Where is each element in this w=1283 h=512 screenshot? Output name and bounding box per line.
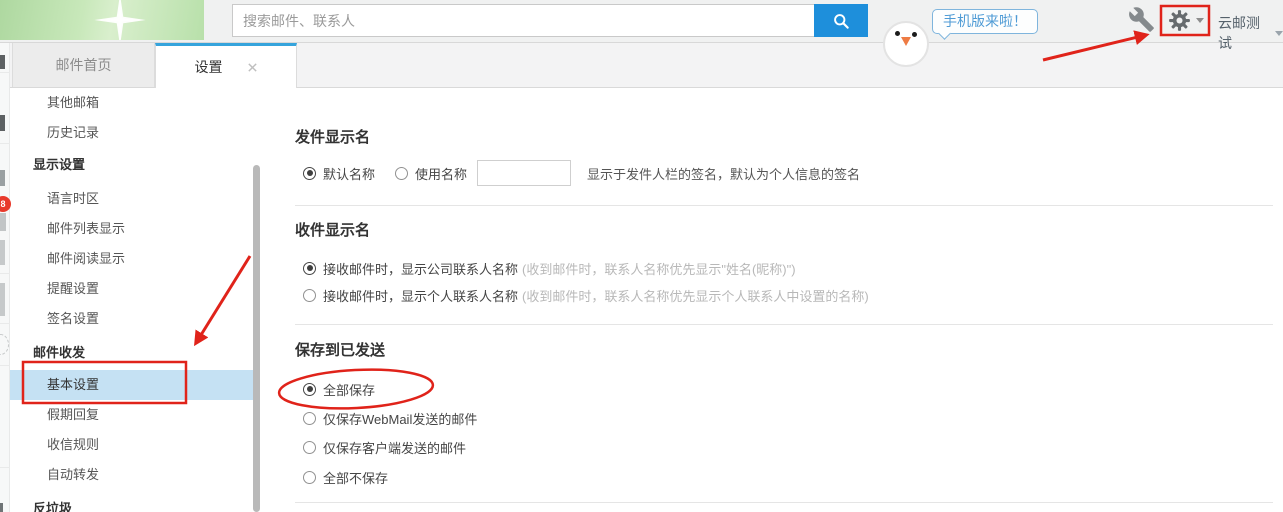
top-bar: 手机版来啦！ 云邮测试 bbox=[0, 0, 1283, 43]
radio-save-webmail-only[interactable] bbox=[303, 412, 316, 425]
sender-name-hint: 显示于发件人栏的签名，默认为个人信息的签名 bbox=[587, 164, 860, 183]
radio-label: 仅保存WebMail发送的邮件 bbox=[323, 409, 477, 428]
radio-label: 仅保存客户端发送的邮件 bbox=[323, 438, 466, 457]
chevron-down-icon bbox=[1196, 18, 1204, 23]
clipped-icon bbox=[0, 55, 5, 69]
sidebar-item-language-timezone[interactable]: 语言时区 bbox=[10, 184, 253, 214]
brand-logo bbox=[0, 0, 204, 40]
sidebar-item-basic-settings[interactable]: 基本设置 bbox=[10, 370, 253, 400]
radio-save-all[interactable] bbox=[303, 383, 316, 396]
radio-company-contact-name[interactable] bbox=[303, 262, 316, 275]
sidebar-item-auto-forward[interactable]: 自动转发 bbox=[10, 460, 253, 490]
sidebar-item-receive-rules[interactable]: 收信规则 bbox=[10, 430, 253, 460]
settings-gear-button[interactable] bbox=[1167, 8, 1204, 33]
account-menu[interactable]: 云邮测试 bbox=[1218, 13, 1283, 53]
search-input[interactable] bbox=[232, 4, 815, 37]
gear-icon bbox=[1167, 8, 1192, 33]
sparkle-icon bbox=[92, 0, 148, 40]
radio-note: (收到邮件时，联系人名称优先显示"姓名(昵称)") bbox=[522, 259, 796, 278]
unread-count-badge: 8 bbox=[0, 196, 11, 212]
sidebar-item-signature-settings[interactable]: 签名设置 bbox=[10, 304, 253, 334]
radio-save-none[interactable] bbox=[303, 471, 316, 484]
clipped-icon bbox=[0, 240, 5, 265]
radio-label: 使用名称 bbox=[415, 164, 467, 183]
tab-mail-home[interactable]: 邮件首页 bbox=[12, 43, 155, 87]
section-divider bbox=[295, 502, 1273, 503]
tab-close-icon[interactable] bbox=[247, 62, 258, 73]
radio-personal-contact-name[interactable] bbox=[303, 289, 316, 302]
radio-label: 接收邮件时，显示公司联系人名称 bbox=[323, 259, 518, 278]
sidebar-item-mail-read-display[interactable]: 邮件阅读显示 bbox=[10, 244, 253, 274]
chevron-down-icon bbox=[1275, 31, 1283, 36]
mascot-avatar bbox=[883, 21, 929, 67]
tab-label: 邮件首页 bbox=[56, 55, 112, 75]
custom-name-input[interactable] bbox=[477, 160, 571, 186]
search-button[interactable] bbox=[814, 4, 868, 37]
mobile-version-bubble[interactable]: 手机版来啦！ bbox=[932, 9, 1038, 34]
sidebar-item-other-mailbox[interactable]: 其他邮箱 bbox=[10, 88, 253, 118]
radio-label: 默认名称 bbox=[323, 164, 375, 183]
tab-strip: 邮件首页 设置 bbox=[10, 43, 1283, 88]
sidebar-scrollbar[interactable] bbox=[253, 165, 260, 512]
radio-note: (收到邮件时，联系人名称优先显示个人联系人中设置的名称) bbox=[522, 286, 869, 305]
clipped-icon bbox=[0, 115, 5, 131]
section-divider bbox=[295, 205, 1273, 206]
clipped-icon bbox=[0, 170, 5, 186]
section-title-sender-display-name: 发件显示名 bbox=[295, 126, 370, 147]
sidebar-item-mail-list-display[interactable]: 邮件列表显示 bbox=[10, 214, 253, 244]
folder-pane-clipped: 8 bbox=[0, 43, 10, 512]
mascot-eye bbox=[895, 31, 900, 36]
sidebar-header-display-settings: 显示设置 bbox=[10, 150, 253, 180]
radio-label: 全部不保存 bbox=[323, 468, 388, 487]
clipped-avatar-placeholder bbox=[0, 334, 9, 355]
wrench-icon[interactable] bbox=[1128, 6, 1155, 33]
clipped-icon bbox=[0, 213, 6, 231]
sidebar-header-anti-spam: 反垃圾 bbox=[10, 494, 253, 512]
radio-default-name[interactable] bbox=[303, 167, 316, 180]
section-title-save-to-sent: 保存到已发送 bbox=[295, 339, 385, 360]
section-divider bbox=[295, 324, 1273, 325]
sidebar-header-mail-send-receive: 邮件收发 bbox=[10, 338, 253, 368]
tab-label: 设置 bbox=[195, 57, 223, 77]
clipped-icon bbox=[0, 503, 3, 512]
sidebar-item-reminder-settings[interactable]: 提醒设置 bbox=[10, 274, 253, 304]
sidebar-item-vacation-reply[interactable]: 假期回复 bbox=[10, 400, 253, 430]
radio-use-name[interactable] bbox=[395, 167, 408, 180]
clipped-icon bbox=[0, 283, 5, 316]
search-icon bbox=[831, 11, 851, 31]
radio-label: 全部保存 bbox=[323, 380, 375, 399]
radio-save-client-only[interactable] bbox=[303, 441, 316, 454]
radio-label: 接收邮件时，显示个人联系人名称 bbox=[323, 286, 518, 305]
sidebar-item-history[interactable]: 历史记录 bbox=[10, 118, 253, 148]
account-name: 云邮测试 bbox=[1218, 13, 1269, 53]
settings-content: 发件显示名 默认名称 使用名称 显示于发件人栏的签名，默认为个人信息的签名 收件… bbox=[262, 88, 1283, 512]
mascot-beak bbox=[901, 37, 911, 46]
settings-sidebar: 其他邮箱 历史记录 显示设置 语言时区 邮件列表显示 邮件阅读显示 提醒设置 签… bbox=[10, 88, 253, 512]
mascot-eye bbox=[912, 32, 917, 37]
tab-settings[interactable]: 设置 bbox=[155, 43, 297, 88]
section-title-recipient-display-name: 收件显示名 bbox=[295, 219, 370, 240]
